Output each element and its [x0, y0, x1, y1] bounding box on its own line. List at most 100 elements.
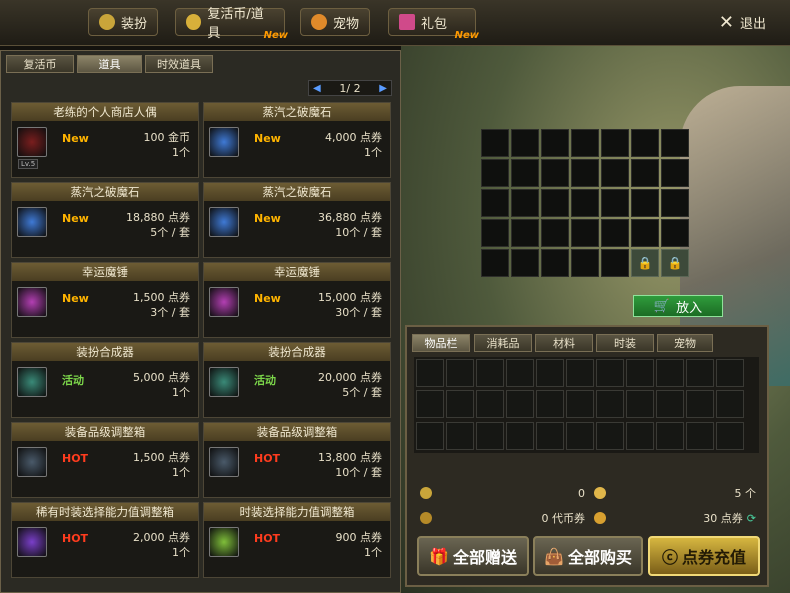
item-card[interactable]: 稀有时装选择能力值调整箱 HOT 2,000 点券 1个 [11, 502, 199, 578]
item-card[interactable]: 装扮合成器 活动 5,000 点券 1个 [11, 342, 199, 418]
selection-slot[interactable] [511, 219, 539, 247]
selection-slot[interactable] [511, 159, 539, 187]
selection-slot[interactable] [541, 219, 569, 247]
selection-slot[interactable] [631, 129, 659, 157]
inventory-slot[interactable] [566, 390, 594, 419]
selection-slot[interactable] [481, 249, 509, 277]
inventory-slot[interactable] [446, 359, 474, 387]
selection-slot[interactable] [541, 249, 569, 277]
selection-slot[interactable] [541, 159, 569, 187]
inventory-slot[interactable] [506, 359, 534, 387]
refresh-icon[interactable]: ⟳ [747, 512, 756, 525]
selection-slot[interactable] [601, 219, 629, 247]
selection-slot[interactable] [661, 129, 689, 157]
selection-slot[interactable] [511, 129, 539, 157]
item-card[interactable]: 蒸汽之破魔石 New 36,880 点券 10个 / 套 [203, 182, 391, 258]
inventory-slot[interactable] [716, 390, 744, 419]
inv-tab-items[interactable]: 物品栏 [412, 334, 470, 352]
inv-tab-pet[interactable]: 宠物 [657, 334, 713, 352]
inventory-slot[interactable] [446, 421, 474, 450]
item-card[interactable]: 蒸汽之破魔石 New 18,880 点券 5个 / 套 [11, 182, 199, 258]
inv-tab-costume[interactable]: 时装 [596, 334, 654, 352]
inventory-slot[interactable] [416, 359, 444, 387]
inventory-slot[interactable] [506, 390, 534, 419]
tab-gift-pack[interactable]: 礼包 New [388, 8, 479, 41]
inventory-slot[interactable] [476, 390, 504, 419]
locked-slot[interactable]: 🔒 [661, 249, 689, 277]
selection-slot[interactable] [511, 189, 539, 217]
selection-slot[interactable] [601, 189, 629, 217]
tab-pet[interactable]: 宠物 [300, 8, 370, 36]
inventory-slot[interactable] [596, 359, 624, 387]
subtab-timed-items[interactable]: 时效道具 [145, 55, 213, 73]
exit-button[interactable]: ✕ 退出 [719, 12, 766, 33]
inventory-slot[interactable] [686, 390, 714, 419]
selection-slot[interactable] [601, 249, 629, 277]
inventory-slot[interactable] [536, 421, 564, 450]
selection-slot[interactable] [661, 189, 689, 217]
subtab-items[interactable]: 道具 [77, 55, 142, 73]
selection-slot[interactable] [541, 129, 569, 157]
locked-slot[interactable]: 🔒 [631, 249, 659, 277]
inventory-slot[interactable] [416, 390, 444, 419]
tab-revive-items[interactable]: 复活币/道具 New [175, 7, 288, 41]
selection-slot[interactable] [601, 159, 629, 187]
inventory-slot[interactable] [626, 390, 654, 419]
inventory-slot[interactable] [566, 421, 594, 450]
selection-slot[interactable] [571, 159, 599, 187]
item-card[interactable]: 蒸汽之破魔石 New 4,000 点券 1个 [203, 102, 391, 178]
charge-button[interactable]: ⓒ 点券充值 [648, 536, 760, 576]
inventory-slot[interactable] [506, 421, 534, 450]
gift-all-button[interactable]: 🎁 全部赠送 [417, 536, 529, 576]
inventory-slot[interactable] [686, 359, 714, 387]
selection-slot[interactable] [481, 159, 509, 187]
inventory-slot[interactable] [476, 359, 504, 387]
buy-all-button[interactable]: 👜 全部购买 [533, 536, 643, 576]
selection-slot[interactable] [571, 249, 599, 277]
selection-slot[interactable] [541, 189, 569, 217]
inventory-slot[interactable] [476, 421, 504, 450]
item-card[interactable]: 时装选择能力值调整箱 HOT 900 点券 1个 [203, 502, 391, 578]
inventory-slot[interactable] [626, 359, 654, 387]
prev-page-icon[interactable]: ◀ [313, 83, 321, 94]
selection-slot[interactable] [511, 249, 539, 277]
inventory-slot[interactable] [596, 421, 624, 450]
item-card[interactable]: 幸运魔锤 New 1,500 点券 3个 / 套 [11, 262, 199, 338]
item-card[interactable]: 装备品级调整箱 HOT 1,500 点券 1个 [11, 422, 199, 498]
inventory-slot[interactable] [686, 421, 714, 450]
inventory-slot[interactable] [716, 359, 744, 387]
selection-slot[interactable] [661, 219, 689, 247]
subtab-revive-coin[interactable]: 复活币 [6, 55, 74, 73]
inventory-slot[interactable] [416, 421, 444, 450]
inventory-slot[interactable] [566, 359, 594, 387]
inventory-slot[interactable] [656, 390, 684, 419]
inventory-slot[interactable] [656, 359, 684, 387]
inventory-slot[interactable] [596, 390, 624, 419]
inventory-slot[interactable] [656, 421, 684, 450]
inventory-slot[interactable] [536, 359, 564, 387]
tab-costume[interactable]: 装扮 [88, 8, 158, 36]
selection-slot[interactable] [661, 159, 689, 187]
next-page-icon[interactable]: ▶ [379, 83, 387, 94]
selection-slot[interactable] [481, 219, 509, 247]
selection-slot[interactable] [631, 189, 659, 217]
put-in-button[interactable]: 🛒 放入 [633, 295, 723, 317]
selection-slot[interactable] [631, 159, 659, 187]
inventory-slot[interactable] [626, 421, 654, 450]
inv-tab-materials[interactable]: 材料 [535, 334, 593, 352]
item-card[interactable]: 老练的个人商店人偶 Lv.5 New 100 金币 1个 [11, 102, 199, 178]
selection-slot[interactable] [481, 129, 509, 157]
selection-slot[interactable] [481, 189, 509, 217]
selection-slot[interactable] [601, 129, 629, 157]
inventory-slot[interactable] [716, 421, 744, 450]
selection-slot[interactable] [571, 129, 599, 157]
item-card[interactable]: 装扮合成器 活动 20,000 点券 5个 / 套 [203, 342, 391, 418]
item-card[interactable]: 幸运魔锤 New 15,000 点券 30个 / 套 [203, 262, 391, 338]
selection-slot[interactable] [571, 219, 599, 247]
selection-slot[interactable] [571, 189, 599, 217]
inventory-slot[interactable] [536, 390, 564, 419]
inventory-slot[interactable] [446, 390, 474, 419]
selection-slot[interactable] [631, 219, 659, 247]
item-card[interactable]: 装备品级调整箱 HOT 13,800 点券 10个 / 套 [203, 422, 391, 498]
inv-tab-consumables[interactable]: 消耗品 [474, 334, 532, 352]
